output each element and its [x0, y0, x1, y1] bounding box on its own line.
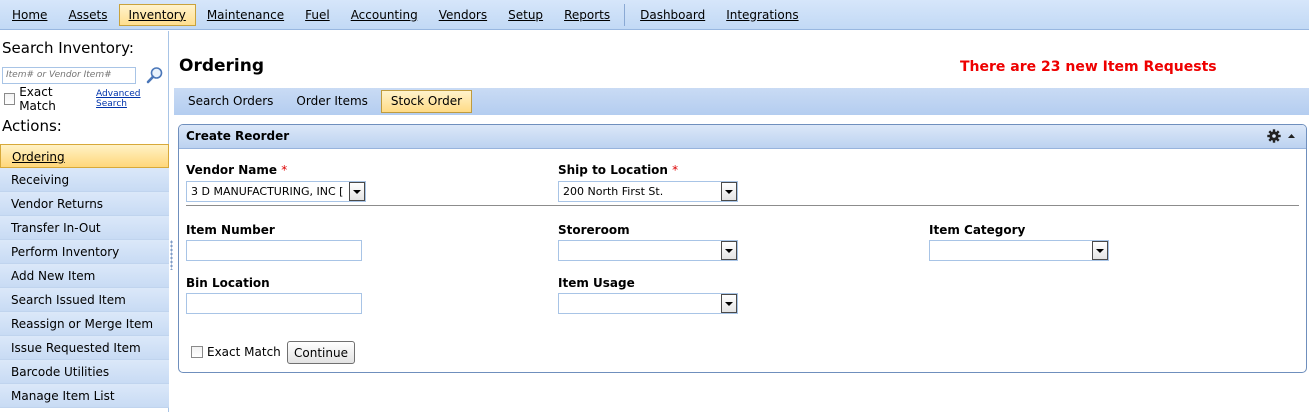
item-category-label: Item Category — [929, 223, 1026, 237]
ordering-tabs: Search Orders Order Items Stock Order — [174, 88, 1309, 115]
vendor-name-label: Vendor Name * — [186, 163, 288, 177]
panel-exact-match-label: Exact Match — [207, 345, 281, 359]
action-receiving[interactable]: Receiving — [0, 168, 169, 192]
main-content: Ordering There are 23 new Item Requests … — [174, 31, 1309, 412]
ship-to-location-label: Ship to Location * — [558, 163, 679, 177]
menu-integrations[interactable]: Integrations — [716, 4, 808, 26]
required-marker: * — [672, 163, 679, 177]
menu-assets[interactable]: Assets — [58, 4, 117, 26]
action-list: Ordering Receiving Vendor Returns Transf… — [0, 144, 169, 408]
item-requests-alert[interactable]: There are 23 new Item Requests — [960, 59, 1217, 75]
action-add-new-item[interactable]: Add New Item — [0, 264, 169, 288]
action-ordering[interactable]: Ordering — [0, 144, 169, 168]
vendor-name-select[interactable]: 3 D MANUFACTURING, INC [ — [186, 181, 366, 202]
menu-reports[interactable]: Reports — [554, 4, 620, 26]
menu-vendors[interactable]: Vendors — [429, 4, 497, 26]
create-reorder-panel: Create Reorder Vendor Name * 3 D MANUFAC… — [178, 124, 1307, 373]
menu-setup[interactable]: Setup — [498, 4, 553, 26]
tab-order-items[interactable]: Order Items — [286, 90, 377, 113]
panel-header: Create Reorder — [179, 125, 1306, 149]
page-title: Ordering — [179, 56, 265, 76]
collapse-arrow-icon[interactable] — [1287, 132, 1296, 140]
storeroom-dropdown-button[interactable] — [721, 241, 737, 260]
sidebar-splitter-handle[interactable] — [170, 240, 173, 270]
action-transfer-in-out[interactable]: Transfer In-Out — [0, 216, 169, 240]
continue-button[interactable]: Continue — [287, 341, 355, 364]
ship-dropdown-button[interactable] — [721, 182, 737, 201]
bin-location-label: Bin Location — [186, 276, 270, 290]
action-issue-requested-item[interactable]: Issue Requested Item — [0, 336, 169, 360]
ship-to-location-select[interactable]: 200 North First St. — [558, 181, 738, 202]
action-vendor-returns[interactable]: Vendor Returns — [0, 192, 169, 216]
item-usage-select[interactable] — [558, 293, 738, 314]
exact-match-row: Exact Match Advanced Search — [0, 85, 168, 113]
vendor-dropdown-button[interactable] — [349, 182, 365, 201]
action-reassign-merge-item[interactable]: Reassign or Merge Item — [0, 312, 169, 336]
search-icon[interactable] — [146, 66, 164, 84]
panel-exact-match-row: Exact Match — [191, 345, 281, 359]
gear-icon[interactable] — [1267, 129, 1281, 143]
sidebar: Search Inventory: Exact Match Advanced S… — [0, 31, 169, 412]
menu-maintenance[interactable]: Maintenance — [197, 4, 294, 26]
item-usage-label: Item Usage — [558, 276, 635, 290]
panel-title: Create Reorder — [186, 129, 290, 143]
action-search-issued-item[interactable]: Search Issued Item — [0, 288, 169, 312]
required-marker: * — [281, 163, 288, 177]
tab-stock-order[interactable]: Stock Order — [380, 90, 473, 113]
menu-home[interactable]: Home — [2, 4, 57, 26]
bin-location-input[interactable] — [186, 293, 362, 314]
action-barcode-utilities[interactable]: Barcode Utilities — [0, 360, 169, 384]
menu-accounting[interactable]: Accounting — [341, 4, 428, 26]
search-inventory-title: Search Inventory: — [2, 39, 134, 57]
menu-inventory[interactable]: Inventory — [118, 3, 196, 26]
storeroom-select[interactable] — [558, 240, 738, 261]
action-perform-inventory[interactable]: Perform Inventory — [0, 240, 169, 264]
action-manage-item-list[interactable]: Manage Item List — [0, 384, 169, 408]
ship-to-location-value: 200 North First St. — [563, 185, 664, 198]
item-category-dropdown-button[interactable] — [1092, 241, 1108, 260]
panel-header-icons — [1267, 129, 1296, 143]
vendor-name-value: 3 D MANUFACTURING, INC [ — [191, 185, 344, 198]
exact-match-label: Exact Match — [19, 85, 56, 113]
panel-exact-match-checkbox[interactable] — [191, 346, 203, 358]
storeroom-label: Storeroom — [558, 223, 630, 237]
tab-search-orders[interactable]: Search Orders — [178, 90, 283, 113]
exact-match-checkbox[interactable] — [4, 93, 16, 105]
actions-title: Actions: — [2, 117, 62, 135]
menu-separator — [624, 3, 626, 26]
search-input[interactable] — [2, 66, 136, 84]
menu-fuel[interactable]: Fuel — [295, 4, 340, 26]
item-usage-dropdown-button[interactable] — [721, 294, 737, 313]
item-number-input[interactable] — [186, 240, 362, 261]
item-number-label: Item Number — [186, 223, 275, 237]
item-category-select[interactable] — [929, 240, 1109, 261]
menu-dashboard[interactable]: Dashboard — [630, 4, 715, 26]
form-divider — [186, 205, 1299, 206]
top-menu-bar: Home Assets Inventory Maintenance Fuel A… — [0, 0, 1309, 30]
advanced-search-link[interactable]: Advanced Search — [96, 89, 168, 109]
